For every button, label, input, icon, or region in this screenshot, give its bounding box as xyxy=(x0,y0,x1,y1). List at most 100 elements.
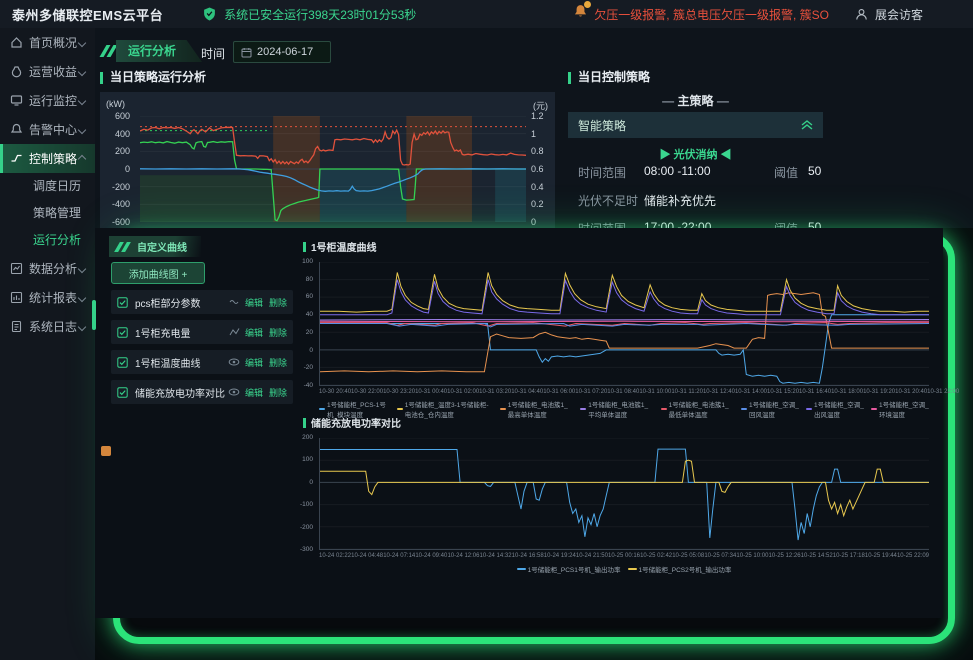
report-icon xyxy=(10,291,23,304)
eye-icon[interactable] xyxy=(228,387,240,397)
time-label: 时间 xyxy=(201,45,225,62)
legend-item[interactable]: 1号储能柜_电池簇1_平均单体温度 xyxy=(580,399,653,419)
chevron-down-icon xyxy=(78,38,86,46)
axis-tick: 10-31 06:00 xyxy=(543,389,575,395)
axis-tick: 10-30 22:00 xyxy=(351,389,383,395)
modal-title-banner: 自定义曲线 xyxy=(109,236,201,257)
checkbox-icon[interactable] xyxy=(117,357,128,368)
sidebar-item-label: 控制策略 xyxy=(29,150,79,167)
sidebar-item-system-log[interactable]: 系统日志 xyxy=(0,312,95,341)
edit-link[interactable]: 编辑 xyxy=(245,326,263,339)
axis-tick: 10-24 12:06 xyxy=(447,553,479,559)
user-name: 展会访客 xyxy=(875,6,923,23)
sidebar-item-label: 统计报表 xyxy=(29,289,79,306)
legend-item[interactable]: 1号储能柜_空调_环境温度 xyxy=(871,399,929,419)
strategy-mode-label[interactable]: 光伏消纳 xyxy=(568,146,823,162)
sidebar-subitem-run-analysis[interactable]: 运行分析 xyxy=(0,227,95,254)
alarm-ticker[interactable]: 欠压一级报警, 簇总电压欠压一级报警, 簇SO xyxy=(594,6,829,23)
sidebar-item-control-strategy[interactable]: 控制策略 xyxy=(0,144,95,173)
row-label: 光伏不足时 xyxy=(578,192,644,209)
y-axis-ticks: 100806040200-20-40 xyxy=(283,262,313,386)
legend-item[interactable]: 1号储能柜_空调_出风温度 xyxy=(806,399,864,419)
axis-tick: 10-31 04:40 xyxy=(511,389,543,395)
curve-list-item[interactable]: 1号柜温度曲线 编辑 删除 xyxy=(111,350,293,374)
chevron-down-icon xyxy=(78,293,86,301)
plot-area[interactable] xyxy=(319,438,929,550)
legend-item[interactable]: 1号储能柜_PCS2号机_输出功率 xyxy=(628,564,732,574)
axis-tick: 10-24 16:58 xyxy=(512,553,544,559)
curve-list-item[interactable]: pcs柜部分参数 编辑 删除 xyxy=(111,290,293,314)
sidebar-item-reports[interactable]: 统计报表 xyxy=(0,283,95,312)
legend-item[interactable]: 1号储能柜_空调_回风温度 xyxy=(741,399,799,419)
chart-accent-bar xyxy=(303,418,306,428)
sidebar-item-label: 数据分析 xyxy=(29,260,79,277)
axis-tick: 10-25 07:34 xyxy=(704,553,736,559)
eye-icon[interactable] xyxy=(228,357,240,367)
sidebar-subitem-schedule-calendar[interactable]: 调度日历 xyxy=(0,173,95,200)
legend-item[interactable]: 1号储能柜_温度3-1号储能柜-电池仓_仓内温度 xyxy=(397,399,493,419)
app-root: 泰州多储联控EMS云平台 系统已安全运行398天23时01分53秒 欠压一级报警… xyxy=(0,0,973,660)
legend-item[interactable]: 1号储能柜_电池簇1_最低单体温度 xyxy=(661,399,734,419)
data-analysis-icon xyxy=(10,262,23,275)
threshold-value: 50 xyxy=(808,164,828,181)
money-bag-icon xyxy=(10,65,23,78)
axis-tick: 10-30 23:20 xyxy=(383,389,415,395)
axis-tick: 10-25 22:09 xyxy=(897,553,929,559)
checkbox-icon[interactable] xyxy=(117,387,128,398)
plot-area[interactable] xyxy=(140,116,526,222)
checkbox-icon[interactable] xyxy=(117,297,128,308)
axis-tick: 10-31 14:00 xyxy=(735,389,767,395)
curve-chart-icon xyxy=(229,327,240,337)
user-icon xyxy=(855,8,868,21)
curve-list-item[interactable]: 1号柜充电量 编辑 删除 xyxy=(111,320,293,344)
axis-tick: 10-31 19:20 xyxy=(863,389,895,395)
smart-strategy-header[interactable]: 智能策略 xyxy=(568,112,823,138)
strategy-icon xyxy=(10,152,23,165)
date-value: 2024-06-17 xyxy=(257,46,313,58)
edit-link[interactable]: 编辑 xyxy=(245,296,263,309)
sidebar-item-alarm-center[interactable]: 告警中心 xyxy=(0,115,95,144)
add-curve-button[interactable]: 添加曲线图 + xyxy=(111,262,205,284)
axis-tick: 10-24 07:14 xyxy=(383,553,415,559)
axis-tick: 10-31 08:40 xyxy=(607,389,639,395)
section-accent-bar xyxy=(100,72,103,84)
line-chart-icon xyxy=(229,297,240,307)
axis-tick: 10-24 02:22 xyxy=(319,553,351,559)
legend-item[interactable]: 1号储能柜_PCS1号机_输出功率 xyxy=(517,564,621,574)
axis-tick: 10-31 11:20 xyxy=(671,389,703,395)
edit-link[interactable]: 编辑 xyxy=(245,386,263,399)
legend-item[interactable]: 1号储能柜_电池簇1_最高单体温度 xyxy=(500,399,573,419)
plot-area[interactable] xyxy=(319,262,929,386)
sidebar-item-revenue[interactable]: 运营收益 xyxy=(0,57,95,86)
alarm-bell-icon[interactable] xyxy=(573,4,588,24)
chevron-down-icon xyxy=(78,96,86,104)
axis-tick: 10-31 03:20 xyxy=(479,389,511,395)
axis-tick: 10-25 19:44 xyxy=(865,553,897,559)
user-account[interactable]: 展会访客 xyxy=(855,6,923,23)
axis-tick: 10-31 16:40 xyxy=(799,389,831,395)
floating-button[interactable] xyxy=(101,446,111,456)
edit-link[interactable]: 编辑 xyxy=(245,356,263,369)
scrollbar-thumb[interactable] xyxy=(92,300,96,330)
curve-list-item[interactable]: 储能充放电功率对比 编辑 删除 xyxy=(111,380,293,404)
sidebar-item-home[interactable]: 首页概况 xyxy=(0,28,95,57)
delete-link[interactable]: 删除 xyxy=(269,386,287,399)
axis-tick: 10-25 00:16 xyxy=(608,553,640,559)
sidebar-item-monitoring[interactable]: 运行监控 xyxy=(0,86,95,115)
row-value: 08:00 -11:00 xyxy=(644,164,774,181)
curve-name: pcs柜部分参数 xyxy=(135,295,229,310)
monitor-icon xyxy=(10,94,23,107)
axis-tick: 10-25 02:42 xyxy=(640,553,672,559)
axis-tick: 10-25 12:26 xyxy=(769,553,801,559)
bell-icon xyxy=(10,123,23,136)
sidebar-subitem-strategy-management[interactable]: 策略管理 xyxy=(0,200,95,227)
checkbox-icon[interactable] xyxy=(117,327,128,338)
axis-tick: 10-30 20:40 xyxy=(319,389,351,395)
axis-tick: 10-24 14:32 xyxy=(480,553,512,559)
tab-slashes-decoration xyxy=(103,45,117,57)
sidebar-item-data-analysis[interactable]: 数据分析 xyxy=(0,254,95,283)
curve-name: 1号柜温度曲线 xyxy=(135,355,228,370)
chart-legend[interactable]: 1号储能柜_PCS-1号机_模块温度1号储能柜_温度3-1号储能柜-电池仓_仓内… xyxy=(319,399,929,419)
date-picker[interactable]: 2024-06-17 xyxy=(233,41,331,63)
chart-legend[interactable]: 1号储能柜_PCS1号机_输出功率 1号储能柜_PCS2号机_输出功率 xyxy=(319,564,929,574)
